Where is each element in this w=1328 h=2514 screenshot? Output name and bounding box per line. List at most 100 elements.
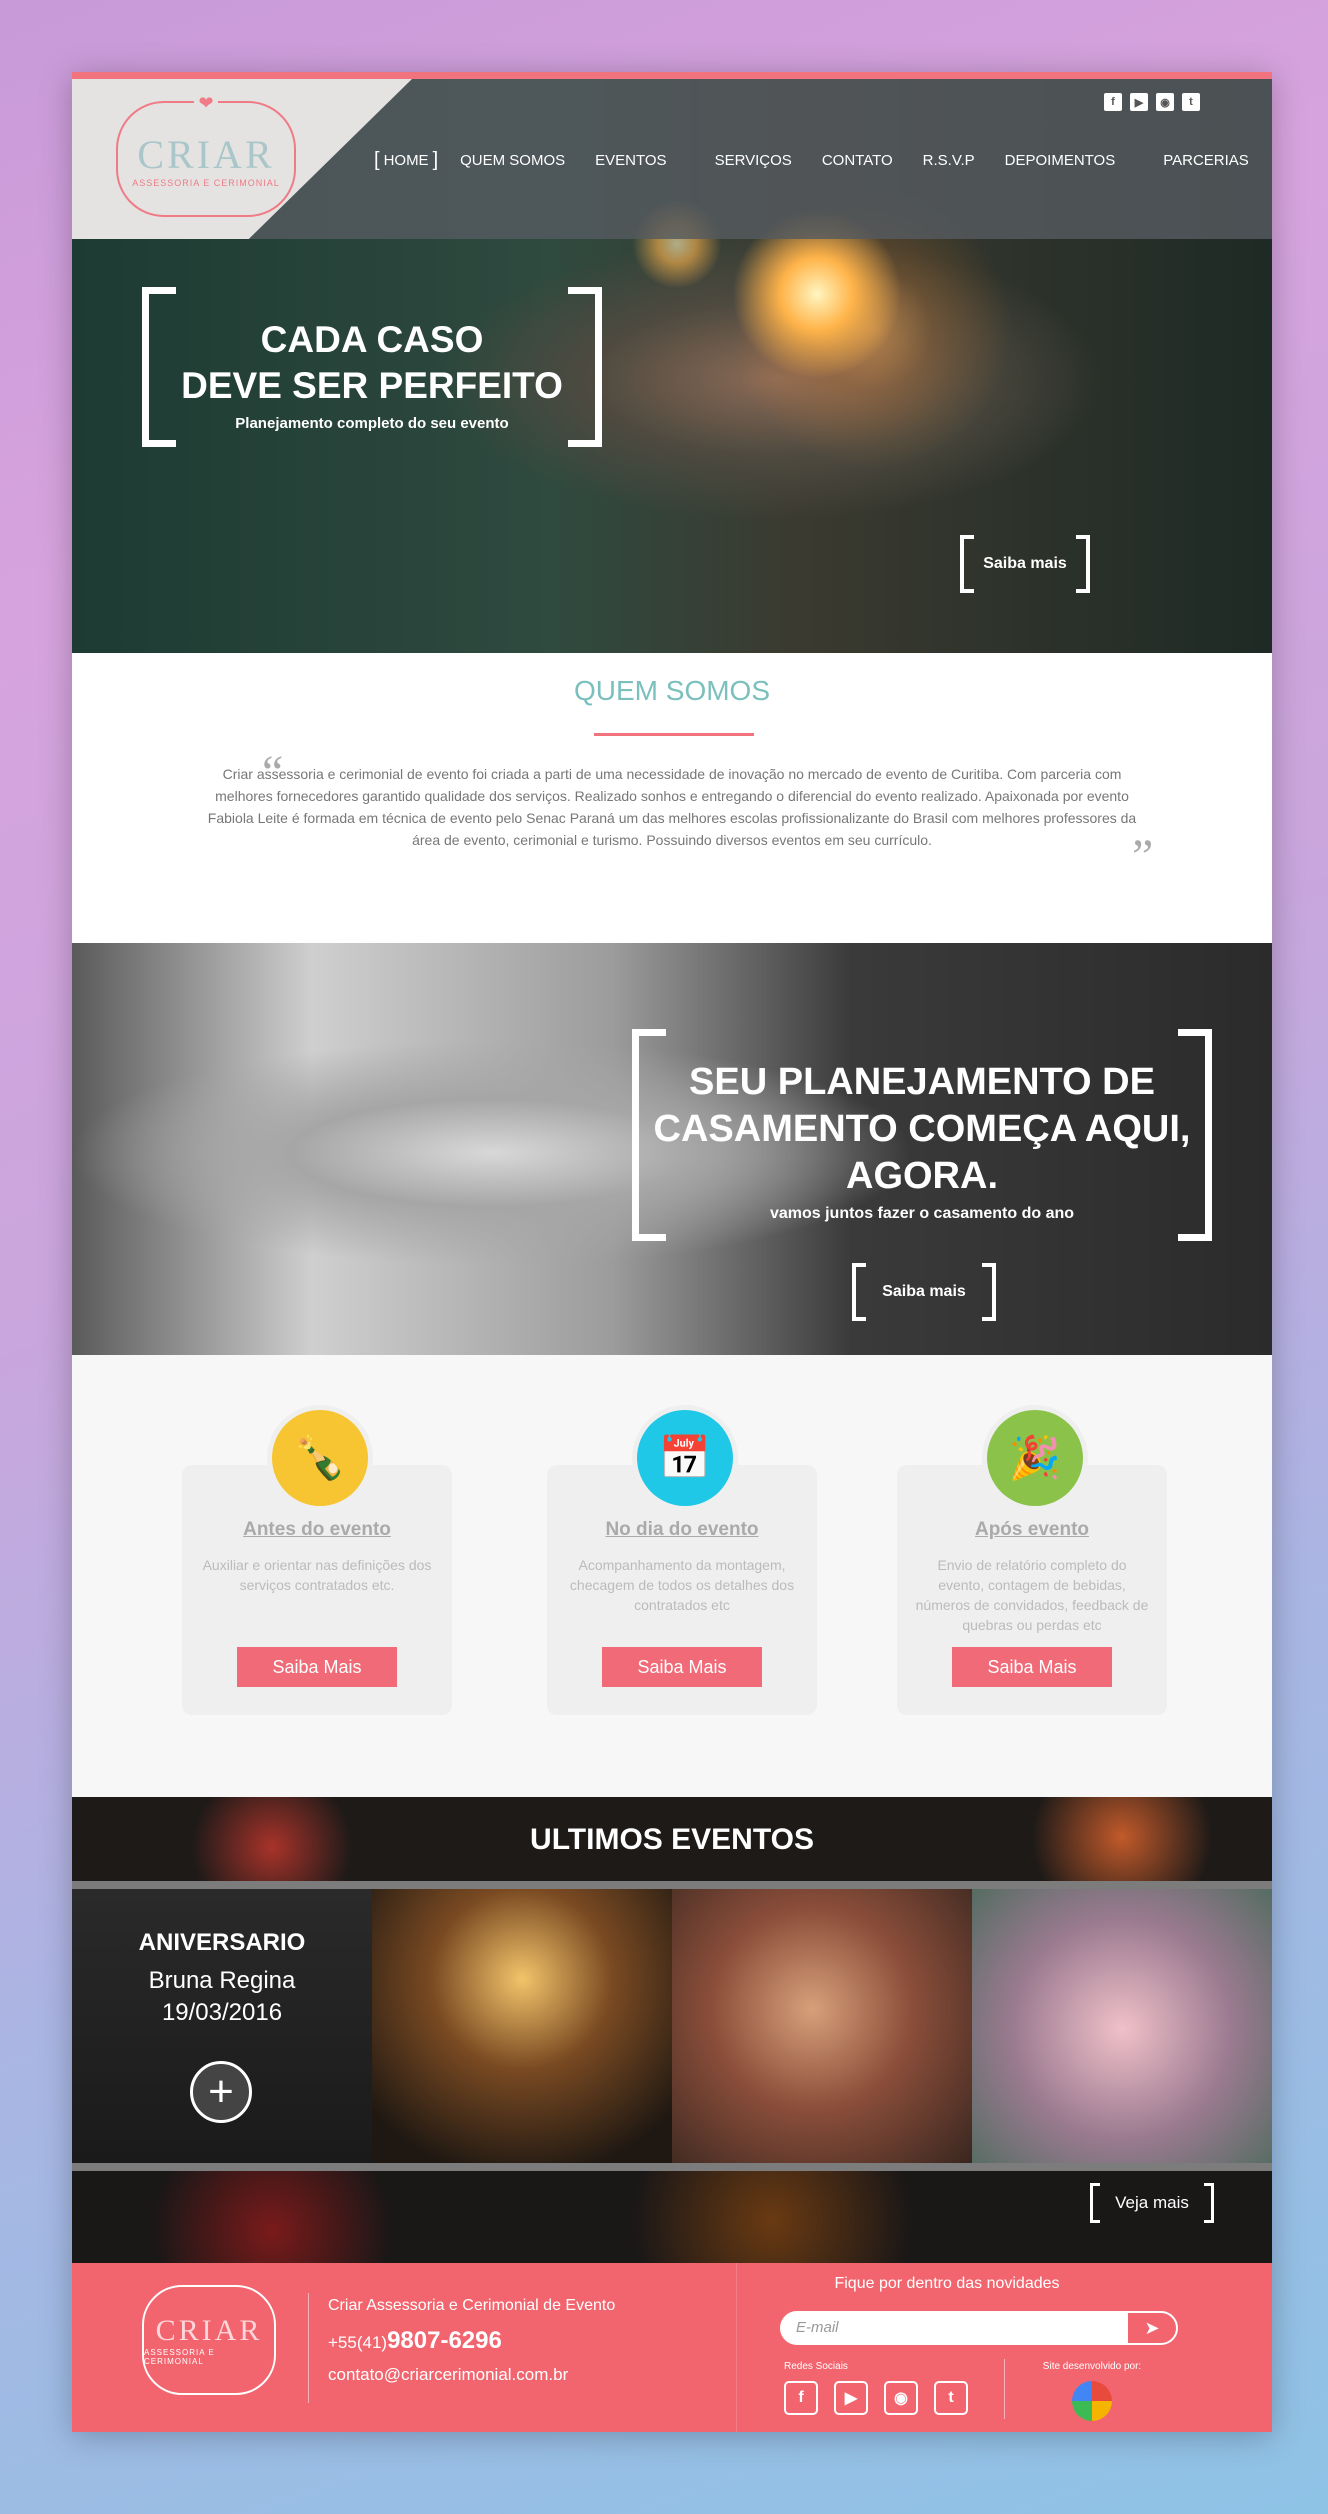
- button-label: Saiba mais: [983, 555, 1067, 572]
- service-icon-wrap: 🍾: [267, 1405, 373, 1511]
- nav-bracket-left: [: [374, 149, 380, 171]
- plus-icon[interactable]: +: [190, 2061, 252, 2123]
- newsletter-title: Fique por dentro das novidades: [834, 2275, 1060, 2292]
- phone-number: 9807-6296: [387, 2327, 502, 2354]
- footer-logo[interactable]: CRIAR ASSESSORIA E CERIMONIAL: [142, 2285, 276, 2395]
- bracket-left: [1090, 2183, 1100, 2223]
- nav-item-home[interactable]: HOME: [384, 152, 429, 169]
- bracket-right: [1204, 2183, 1214, 2223]
- hero-subtitle: Planejamento completo do seu evento: [235, 415, 509, 432]
- calendar-icon: 📅: [637, 1410, 733, 1506]
- casamento-saiba-mais-button[interactable]: Saiba mais: [852, 1263, 996, 1321]
- service-text: Envio de relatório completo do evento, c…: [915, 1557, 1149, 1633]
- casamento-title-line: SEU PLANEJAMENTO DE: [689, 1061, 1155, 1103]
- facebook-icon[interactable]: f: [784, 2381, 818, 2415]
- send-icon[interactable]: ➤: [1126, 2311, 1178, 2345]
- footer-phone: +55(41)9807-6296: [328, 2327, 502, 2355]
- casamento-title-line: CASAMENTO COMEÇA AQUI,: [653, 1108, 1191, 1150]
- dev-label: Site desenvolvido por:: [1042, 2361, 1142, 2372]
- event-date: 19/03/2016: [161, 1999, 283, 2026]
- service-card: 📅 No dia do evento Acompanhamento da mon…: [547, 1405, 817, 1715]
- casamento-title-line: AGORA.: [846, 1155, 998, 1197]
- twitter-icon[interactable]: t: [1182, 93, 1200, 111]
- service-text: Acompanhamento da montagem, checagem de …: [569, 1557, 795, 1613]
- casamento-subtitle: vamos juntos fazer o casamento do ano: [769, 1205, 1075, 1222]
- social-label: Redes Sociais: [784, 2361, 848, 2372]
- nav-item-contato[interactable]: CONTATO: [822, 152, 893, 169]
- nav-bracket-right: ]: [432, 149, 439, 171]
- heart-icon: ❤: [194, 93, 218, 114]
- footer-divider: [1004, 2359, 1005, 2419]
- service-icon-wrap: 🎉: [982, 1405, 1088, 1511]
- footer: CRIAR ASSESSORIA E CERIMONIAL Criar Asse…: [72, 2263, 1272, 2432]
- veja-mais-button[interactable]: Veja mais: [1090, 2183, 1214, 2223]
- nav-item-rsvp[interactable]: R.S.V.P: [923, 152, 975, 169]
- nav-item-eventos[interactable]: EVENTOS: [595, 152, 666, 169]
- quote-close-icon: ”: [1132, 830, 1154, 883]
- service-icon-wrap: 📅: [632, 1405, 738, 1511]
- event-tile-featured[interactable]: ANIVERSARIO Bruna Regina 19/03/2016 +: [72, 1889, 372, 2163]
- event-photo[interactable]: [972, 1889, 1272, 2163]
- service-saiba-mais-button[interactable]: Saiba Mais: [237, 1647, 397, 1687]
- service-saiba-mais-button[interactable]: Saiba Mais: [952, 1647, 1112, 1687]
- footer-email[interactable]: contato@criarcerimonial.com.br: [328, 2365, 568, 2385]
- hero-title: CADA CASO DEVE SER PERFEITO: [142, 317, 602, 409]
- bottle-icon: 🍾: [272, 1410, 368, 1506]
- hero-title-line: CADA CASO: [260, 319, 484, 360]
- event-name: Bruna Regina: [148, 1967, 296, 1994]
- nav-item-depoimentos[interactable]: DEPOIMENTOS: [1005, 152, 1116, 169]
- services-section: 🍾 Antes do evento Auxiliar e orientar na…: [72, 1355, 1272, 1797]
- quem-somos-section: QUEM SOMOS “ Criar assessoria e cerimoni…: [72, 653, 1272, 943]
- hero-title-line: DEVE SER PERFEITO: [181, 365, 563, 406]
- bracket-left: [852, 1263, 866, 1321]
- header: ❤ CRIAR ASSESSORIA E CERIMONIAL f ▶ ◉ t …: [72, 79, 1272, 239]
- casamento-banner: SEU PLANEJAMENTO DE CASAMENTO COMEÇA AQU…: [72, 943, 1272, 1355]
- logo-sub: ASSESSORIA E CERIMONIAL: [144, 2348, 215, 2366]
- casamento-title: SEU PLANEJAMENTO DE CASAMENTO COMEÇA AQU…: [632, 1059, 1212, 1200]
- nav-item-quem-somos[interactable]: QUEM SOMOS: [460, 152, 565, 169]
- twitter-icon[interactable]: t: [934, 2381, 968, 2415]
- logo[interactable]: ❤ CRIAR ASSESSORIA E CERIMONIAL: [116, 93, 296, 217]
- bracket-left: [960, 535, 974, 593]
- service-text: Auxiliar e orientar nas definições dos s…: [202, 1557, 432, 1593]
- hero-saiba-mais-button[interactable]: Saiba mais: [960, 535, 1090, 593]
- phone-prefix: +55(41): [328, 2333, 388, 2352]
- service-title: No dia do evento: [605, 1519, 759, 1540]
- bracket-right: [1076, 535, 1090, 593]
- nav-item-parcerias[interactable]: PARCERIAS: [1163, 152, 1249, 169]
- event-photo[interactable]: [672, 1889, 972, 2163]
- nav-item-servicos[interactable]: SERVIÇOS: [715, 152, 792, 169]
- casamento-title-box: SEU PLANEJAMENTO DE CASAMENTO COMEÇA AQU…: [632, 1029, 1212, 1241]
- champagne-icon: 🎉: [987, 1410, 1083, 1506]
- facebook-icon[interactable]: f: [1104, 93, 1122, 111]
- logo-word: CRIAR: [155, 2314, 263, 2347]
- event-photo[interactable]: [372, 1889, 672, 2163]
- service-title: Após evento: [974, 1519, 1090, 1540]
- section-title: ULTIMOS EVENTOS: [530, 1823, 814, 1856]
- eventos-footer: Veja mais: [72, 2163, 1272, 2263]
- button-label: Saiba mais: [882, 1283, 966, 1300]
- event-category: ANIVERSARIO: [138, 1929, 306, 1956]
- instagram-icon[interactable]: ◉: [1156, 93, 1174, 111]
- button-label: Veja mais: [1115, 2193, 1189, 2212]
- logo-word: CRIAR: [137, 131, 275, 177]
- newsletter-email-input[interactable]: E-mail: [780, 2311, 1126, 2345]
- developer-logo-icon[interactable]: [1072, 2381, 1112, 2421]
- service-card: 🎉 Após evento Envio de relatório complet…: [897, 1405, 1167, 1715]
- footer-company: Criar Assessoria e Cerimonial de Evento: [328, 2297, 616, 2314]
- top-accent-line: [72, 72, 1272, 79]
- about-text: Criar assessoria e cerimonial de evento …: [207, 766, 1137, 848]
- youtube-icon[interactable]: ▶: [834, 2381, 868, 2415]
- title-underline: [594, 733, 754, 736]
- main-nav: [ HOME ] QUEM SOMOS EVENTOS SERVIÇOS CON…: [374, 149, 1272, 172]
- logo-sub: ASSESSORIA E CERIMONIAL: [132, 177, 280, 188]
- service-title: Antes do evento: [243, 1519, 391, 1540]
- instagram-icon[interactable]: ◉: [884, 2381, 918, 2415]
- service-card: 🍾 Antes do evento Auxiliar e orientar na…: [182, 1405, 452, 1715]
- social-top: f ▶ ◉ t: [1104, 93, 1200, 111]
- hero-title-box: CADA CASO DEVE SER PERFEITO Planejamento…: [142, 287, 602, 447]
- youtube-icon[interactable]: ▶: [1130, 93, 1148, 111]
- bracket-right: [982, 1263, 996, 1321]
- service-saiba-mais-button[interactable]: Saiba Mais: [602, 1647, 762, 1687]
- eventos-header: ULTIMOS EVENTOS: [72, 1797, 1272, 1889]
